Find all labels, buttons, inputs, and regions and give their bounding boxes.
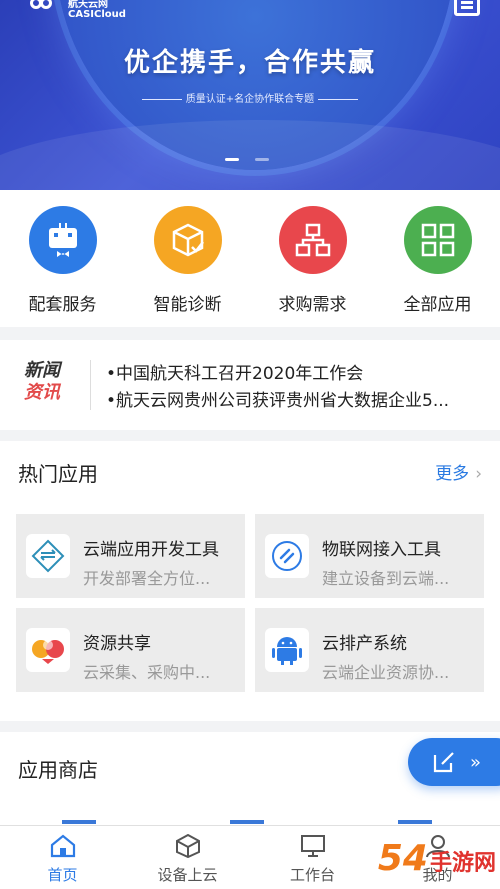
quick-item-label: 配套服务	[28, 295, 97, 315]
floating-edit-button[interactable]: »	[408, 738, 500, 786]
news-item[interactable]: •中国航天科工召开2020年工作会	[106, 361, 486, 388]
tab-label: 设备上云	[157, 866, 218, 884]
quick-item-purchase-demand[interactable]: 求购需求	[258, 206, 368, 327]
double-chevron-right-icon: »	[470, 751, 482, 773]
tab-label: 首页	[47, 866, 78, 884]
hot-apps-section: 热门应用 更多 › 云端应用开发工具 开发部署全方位... 物联网接入工具 建立设…	[0, 441, 500, 721]
app-card-subtitle: 建立设备到云端...	[322, 569, 450, 588]
watermark-number: 54	[377, 838, 428, 879]
quick-item-label: 智能诊断	[153, 295, 222, 315]
app-card-subtitle: 开发部署全方位...	[83, 569, 211, 588]
watermark-text: 手游网	[429, 851, 496, 876]
quick-item-matching-service[interactable]: 配套服务	[8, 206, 118, 327]
app-card-title: 云端应用开发工具	[83, 540, 219, 560]
monitor-icon	[300, 835, 325, 857]
code-diamond-icon	[26, 534, 70, 578]
cube-icon	[175, 834, 200, 858]
site-watermark: 54 手游网	[378, 838, 496, 879]
hot-apps-more-link[interactable]: 更多 ›	[435, 459, 482, 484]
logo-mark-icon	[30, 0, 62, 19]
quick-item-all-apps[interactable]: 全部应用	[383, 206, 493, 327]
grid-icon	[403, 206, 472, 274]
hot-apps-title: 热门应用	[18, 462, 98, 486]
tab-label: 工作台	[289, 866, 335, 884]
store-item-peek	[230, 820, 264, 824]
brand-logo: 航天云网 CASICloud	[30, 0, 126, 20]
news-item[interactable]: •航天云网贵州公司获评贵州省大数据企业5...	[106, 388, 486, 415]
message-icon[interactable]	[454, 0, 480, 16]
quick-menu: 配套服务 智能诊断 求购需求 全部应用	[0, 190, 500, 327]
iot-link-icon	[265, 534, 309, 578]
banner-subline: 质量认证+名企协作联合专题	[0, 90, 500, 105]
app-card-title: 物联网接入工具	[322, 540, 441, 560]
quick-item-smart-diagnosis[interactable]: 智能诊断	[133, 206, 243, 327]
store-item-peek	[398, 820, 432, 824]
app-card[interactable]: 资源共享 云采集、采购中...	[16, 608, 245, 692]
tab-home[interactable]: 首页	[0, 826, 125, 889]
app-card[interactable]: 云排产系统 云端企业资源协...	[255, 608, 484, 692]
android-icon	[265, 628, 309, 672]
app-card[interactable]: 云端应用开发工具 开发部署全方位...	[16, 514, 245, 598]
resource-share-icon	[26, 628, 70, 672]
robot-icon	[28, 206, 97, 274]
org-chart-icon	[278, 206, 347, 274]
news-ticker: 新闻 资讯 •中国航天科工召开2020年工作会 •航天云网贵州公司获评贵州省大数…	[0, 340, 500, 430]
app-card[interactable]: 物联网接入工具 建立设备到云端...	[255, 514, 484, 598]
chevron-right-icon: ›	[475, 464, 482, 484]
app-card-subtitle: 云采集、采购中...	[83, 663, 211, 682]
logo-text-en: CASICloud	[68, 9, 126, 20]
quick-item-label: 求购需求	[278, 295, 347, 315]
app-card-subtitle: 云端企业资源协...	[322, 663, 450, 682]
banner-pagination	[225, 158, 269, 161]
home-icon	[50, 834, 75, 858]
banner-headline: 优企携手，合作共赢	[123, 48, 376, 78]
banner-wave	[0, 120, 500, 190]
tab-device-cloud[interactable]: 设备上云	[125, 826, 250, 889]
banner-subline-text: 质量认证+名企协作联合专题	[185, 94, 315, 105]
news-divider	[90, 360, 91, 410]
quick-item-label: 全部应用	[403, 295, 472, 315]
promo-banner[interactable]: 航天云网 CASICloud 优企携手，合作共赢 质量认证+名企协作联合专题	[0, 0, 500, 190]
app-card-title: 资源共享	[83, 634, 151, 654]
app-card-title: 云排产系统	[322, 634, 407, 654]
box-check-icon	[153, 206, 222, 274]
tab-workbench[interactable]: 工作台	[250, 826, 375, 889]
news-badge-line2: 资讯	[24, 382, 60, 403]
news-badge: 新闻 资讯	[24, 360, 72, 404]
more-label: 更多	[435, 464, 470, 484]
edit-icon	[433, 752, 454, 773]
news-badge-line1: 新闻	[24, 360, 60, 381]
store-item-peek	[62, 820, 96, 824]
app-store-title: 应用商店	[18, 758, 98, 782]
